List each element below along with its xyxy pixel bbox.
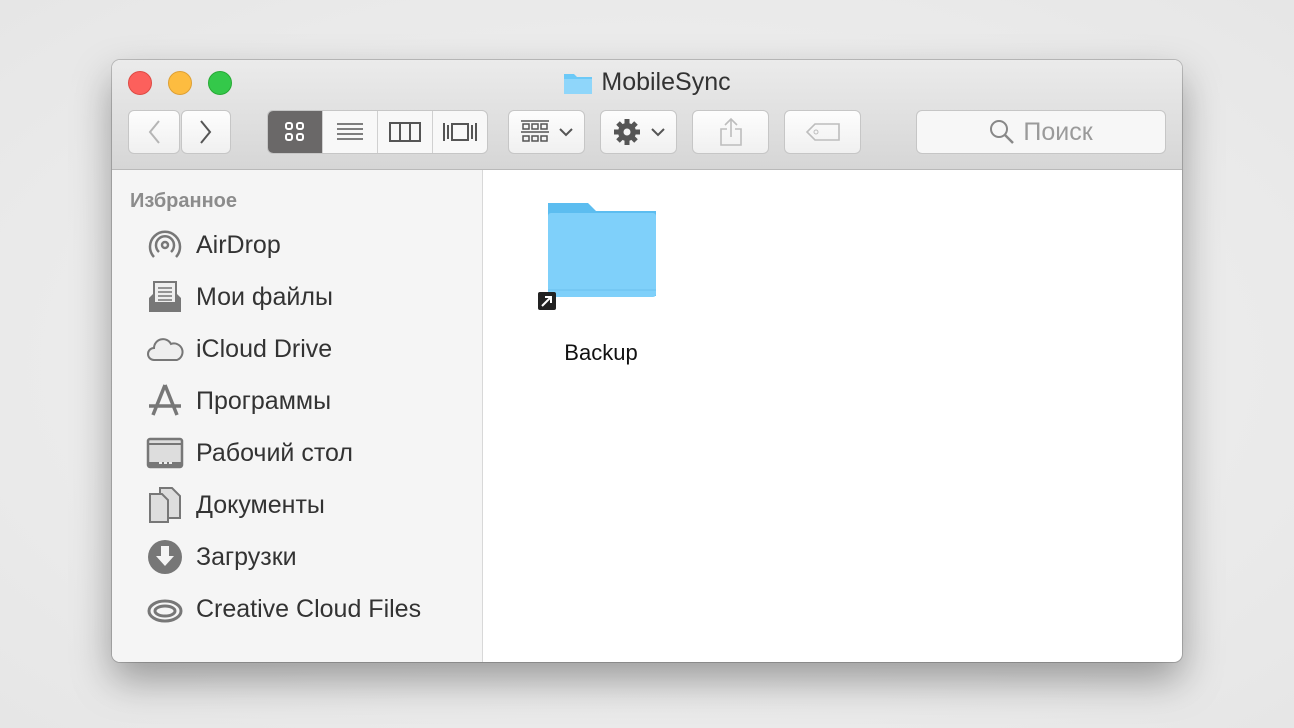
view-switcher: [267, 110, 488, 154]
cloud-icon: [147, 338, 184, 361]
search-icon: [990, 120, 1015, 144]
sidebar-item-label: iCloud Drive: [196, 334, 333, 363]
arrange-icon: [520, 120, 549, 142]
sidebar-item-downloads[interactable]: Загрузки: [146, 537, 297, 577]
chevron-right-icon: [200, 120, 212, 144]
airdrop-icon: [148, 230, 182, 258]
share-icon: [719, 117, 742, 146]
search-field[interactable]: Поиск: [916, 110, 1166, 154]
back-button[interactable]: [128, 110, 180, 154]
column-view-button[interactable]: [377, 111, 432, 153]
list-icon: [337, 123, 363, 140]
file-name: Backup: [564, 340, 638, 365]
sidebar-item-label: Программы: [196, 386, 332, 415]
forward-button[interactable]: [181, 110, 231, 154]
cover-flow-icon: [443, 123, 477, 141]
columns-icon: [389, 122, 421, 142]
sidebar-item-applications[interactable]: Программы: [146, 381, 331, 421]
finder-window: MobileSync Поиск Избранное AirDrop Мои ф…: [112, 60, 1182, 662]
sidebar-item-label: Документы: [196, 490, 325, 519]
tag-button[interactable]: [784, 110, 861, 154]
downloads-icon: [148, 540, 182, 574]
applications-icon: [149, 384, 181, 416]
sidebar-item-documents[interactable]: Документы: [146, 485, 325, 525]
chevron-left-icon: [148, 120, 160, 144]
sidebar-item-label: Загрузки: [196, 542, 297, 571]
folder-alias-icon: [538, 203, 656, 310]
sidebar-item-icloud-drive[interactable]: iCloud Drive: [146, 329, 332, 369]
window-title: MobileSync: [112, 68, 1182, 97]
gear-icon: [613, 119, 640, 145]
sidebar-item-label: Мои файлы: [196, 282, 333, 311]
sidebar-item-label: Рабочий стол: [196, 438, 353, 467]
toolbar: MobileSync Поиск: [112, 60, 1182, 170]
documents-icon: [149, 487, 181, 523]
list-view-button[interactable]: [322, 111, 377, 153]
cover-flow-button[interactable]: [432, 111, 487, 153]
sidebar-item-all-files[interactable]: Мои файлы: [146, 277, 333, 317]
sidebar: Избранное AirDrop Мои файлы iCloud Drive…: [112, 170, 483, 662]
file-item-backup[interactable]: Backup: [536, 200, 666, 366]
title-text: MobileSync: [601, 68, 731, 96]
creative-cloud-icon: [147, 599, 183, 623]
tag-icon: [805, 123, 840, 141]
sidebar-item-desktop[interactable]: Рабочий стол: [146, 433, 353, 473]
sidebar-item-airdrop[interactable]: AirDrop: [146, 225, 281, 265]
search-placeholder: Поиск: [1023, 117, 1093, 146]
chevron-down-icon: [650, 128, 665, 137]
share-button[interactable]: [692, 110, 769, 154]
folder-icon: [564, 73, 593, 94]
chevron-down-icon: [558, 128, 573, 137]
sidebar-item-label: Creative Cloud Files: [196, 594, 422, 623]
icon-view-button[interactable]: [268, 111, 322, 153]
arrange-button[interactable]: [508, 110, 585, 154]
desktop-icon: [146, 437, 184, 469]
sidebar-item-label: AirDrop: [196, 230, 281, 259]
action-button[interactable]: [600, 110, 677, 154]
sidebar-item-creative-cloud[interactable]: Creative Cloud Files: [146, 589, 421, 629]
sidebar-header-favorites: Избранное: [130, 190, 238, 212]
grid-icon: [285, 122, 304, 141]
all-files-icon: [149, 281, 181, 312]
